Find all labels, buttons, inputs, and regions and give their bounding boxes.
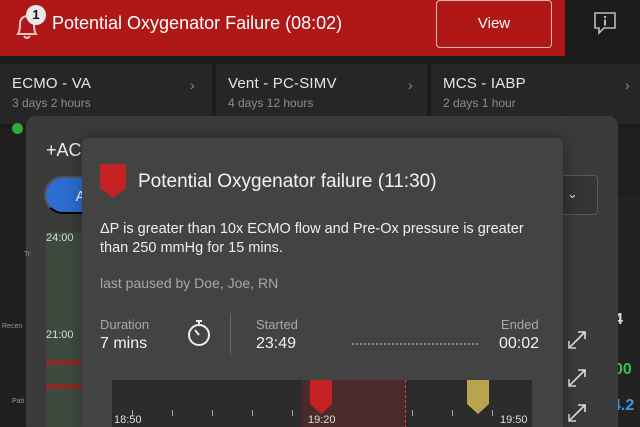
dialog-title: Potential Oxygenator failure (11:30) [138,171,437,192]
alarm-title: Potential Oxygenator Failure (08:02) [52,13,343,33]
timeline-label: 19:50 [500,414,528,426]
check-icon [12,123,23,134]
mode-subtitle: 4 days 12 hours [228,96,314,110]
trend-time-label: 24:00 [46,232,74,244]
timeline-label: 19:20 [308,414,336,426]
timeline-label: 18:50 [114,414,142,426]
expand-icon[interactable] [564,327,590,353]
timeline-tick [492,410,493,416]
timeline-tick [292,410,293,416]
mode-card-ecmo[interactable]: ECMO - VA 3 days 2 hours › [0,64,212,124]
mode-subtitle: 2 days 1 hour [443,96,516,110]
view-alarm-button[interactable]: View [436,0,552,48]
timeline-tick [212,410,213,416]
alarm-detail-dialog: Potential Oxygenator failure (11:30) ΔP … [82,138,563,427]
ended-value: 00:02 [499,335,540,352]
alarm-marker-red[interactable] [310,380,332,414]
duration-value: 7 mins [100,335,148,352]
mode-card-mcs[interactable]: MCS - IABP 2 days 1 hour › [431,64,640,124]
trend-time-label: 21:00 [46,329,74,341]
timeline-tick [252,410,253,416]
alarm-count-badge: 1 [26,5,46,25]
trend-alarm-band [46,384,82,389]
timeline-tick [452,410,453,416]
alarm-banner[interactable]: 1 Potential Oxygenator Failure (08:02) V… [0,0,565,56]
started-label: Started [256,317,298,332]
flag-icon [100,164,126,198]
chevron-down-icon: ⌄ [567,186,578,201]
mode-subtitle: 3 days 2 hours [12,96,91,110]
expand-icon[interactable] [564,365,590,391]
chevron-right-icon: › [408,77,413,93]
mode-card-vent[interactable]: Vent - PC-SIMV 4 days 12 hours › [216,64,427,124]
alarm-description: ΔP is greater than 10x ECMO flow and Pre… [100,221,524,256]
mode-title: MCS - IABP [443,75,526,92]
started-value: 23:49 [256,335,297,352]
mode-title: Vent - PC-SIMV [228,75,337,92]
side-label: Recen [2,323,23,330]
mode-title: ECMO - VA [12,75,92,92]
trend-alarm-band [46,360,82,365]
alarm-end-line [405,380,406,427]
side-label: Tr [24,251,31,258]
timeline-tick [412,410,413,416]
stopwatch-icon [188,320,210,346]
chevron-right-icon: › [625,77,630,93]
expand-icon[interactable] [564,400,590,426]
alarm-timeline[interactable]: 18:50 19:20 19:50 [112,380,532,427]
info-icon[interactable] [592,10,618,36]
chevron-right-icon: › [190,77,195,93]
sheet-title: +AC [46,140,82,160]
timeline-tick [172,410,173,416]
duration-connector [352,343,478,345]
paused-by-text: last paused by Doe, Joe, RN [100,275,279,291]
alarm-marker-yellow[interactable] [467,380,489,414]
side-label: Pati [12,398,25,405]
ended-label: Ended [501,317,539,332]
duration-label: Duration [100,317,150,332]
divider [230,313,231,355]
